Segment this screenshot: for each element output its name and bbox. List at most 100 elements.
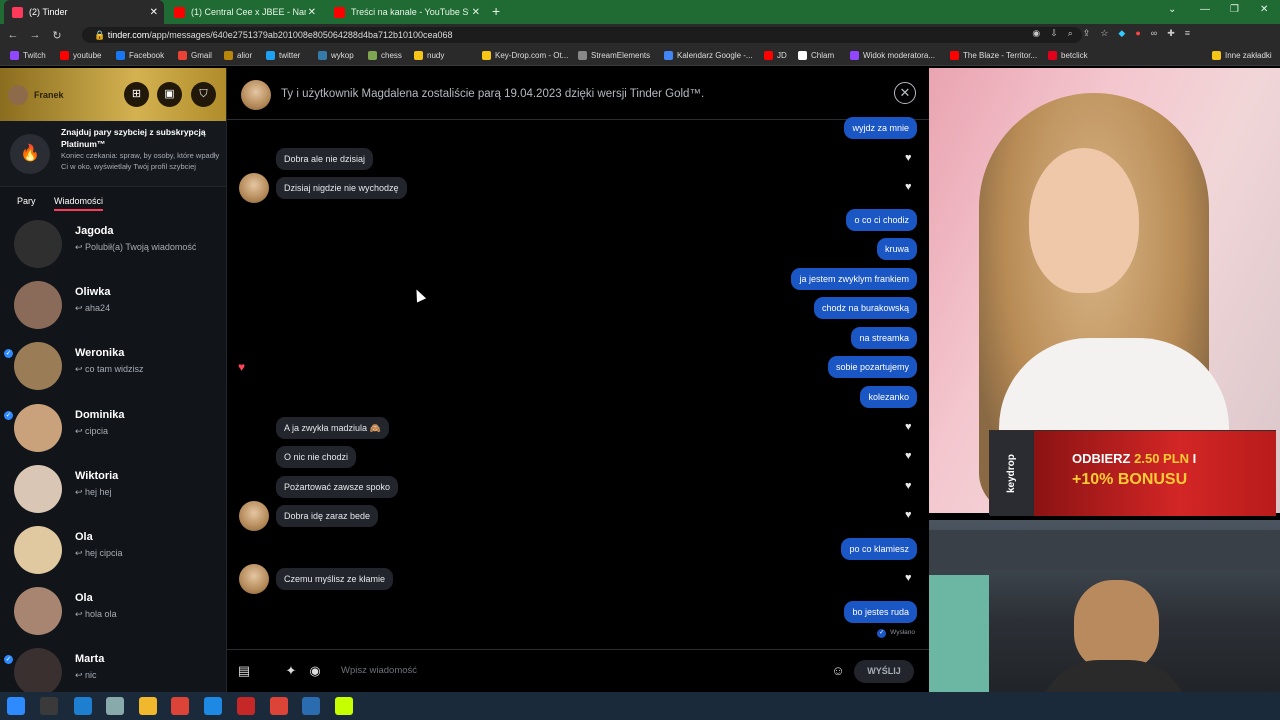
shield-icon[interactable]: ⛉ [191, 82, 216, 107]
bookmark-keydrop[interactable]: Key-Drop.com - Ot... [482, 51, 568, 60]
tab-messages[interactable]: Wiadomości [54, 196, 104, 211]
bookmark-youtube[interactable]: youtube [60, 51, 101, 60]
back-icon[interactable]: ← [4, 29, 22, 41]
app-icon[interactable] [204, 697, 222, 715]
bookmark-blaze[interactable]: The Blaze - Territor... [950, 51, 1037, 60]
outgoing-message[interactable]: ja jestem zwyklym frankiem [791, 268, 917, 290]
bookmark-jd[interactable]: JD [764, 51, 787, 60]
bookmark-alior[interactable]: alior [224, 51, 252, 60]
outgoing-message[interactable]: kruwa [876, 238, 917, 260]
location-icon[interactable]: ◉ [1032, 28, 1040, 39]
windows-start-icon[interactable] [7, 697, 25, 715]
avatar[interactable] [241, 80, 271, 110]
message-input[interactable]: Wpisz wiadomość [341, 665, 417, 676]
platinum-promo[interactable]: 🔥 Znajduj pary szybciej z subskrypcją Pl… [0, 121, 226, 186]
queue-icon[interactable]: ≡ [1185, 28, 1190, 39]
sticker-icon[interactable]: ✦ [282, 662, 300, 680]
maximize-button[interactable]: ❐ [1230, 4, 1239, 15]
bookmark-other[interactable]: Inne zakładki [1212, 51, 1272, 60]
send-button[interactable]: WYŚLIJ [854, 660, 914, 683]
bookmark-nudy[interactable]: nudy [414, 51, 444, 60]
like-heart-icon[interactable]: ♥ [905, 450, 912, 462]
app-icon[interactable] [237, 697, 255, 715]
new-tab-button[interactable]: + [492, 3, 500, 19]
like-heart-icon[interactable]: ♥ [905, 152, 912, 164]
outgoing-message[interactable]: wyjdz za mnie [844, 117, 917, 139]
like-heart-icon[interactable]: ♥ [905, 572, 912, 584]
bookmark-moderator[interactable]: Widok moderatora... [850, 51, 935, 60]
spotify-icon[interactable]: ◉ [306, 662, 324, 680]
contact-item[interactable]: Dominika ✓ ↩ cipcia [0, 398, 226, 459]
app-icon[interactable] [106, 697, 124, 715]
outgoing-message[interactable]: bo jestes ruda [844, 601, 917, 623]
explore-icon[interactable]: ⊞ [124, 82, 149, 107]
close-icon[interactable]: ✕ [150, 7, 158, 18]
like-heart-icon[interactable]: ♥ [905, 509, 912, 521]
app-icon[interactable] [40, 697, 58, 715]
bookmark-wykop[interactable]: wykop [318, 51, 354, 60]
tab-youtube-music[interactable]: (1) Central Cee x JBEE - Name Of ✕ [166, 0, 322, 24]
folder-icon[interactable] [139, 697, 157, 715]
bookmark-streamelements[interactable]: StreamElements [578, 51, 650, 60]
bookmark-gmail[interactable]: Gmail [178, 51, 212, 60]
install-icon[interactable]: ⇩ [1050, 28, 1058, 39]
like-heart-icon[interactable]: ♥ [905, 480, 912, 492]
contact-item[interactable]: Ola ↩ hej cipcia [0, 520, 226, 581]
incoming-message[interactable]: O nic nie chodzi [276, 446, 357, 468]
chrome-icon[interactable] [171, 697, 189, 715]
avatar[interactable] [239, 564, 269, 594]
bookmark-twitter[interactable]: twitter [266, 51, 300, 60]
incoming-message[interactable]: Dobra ale nie dzisiaj [276, 148, 374, 170]
minimize-button[interactable]: — [1200, 4, 1210, 15]
avatar[interactable] [239, 501, 269, 531]
url-field[interactable]: 🔒 tinder.com/app/messages/640e2751379ab2… [82, 27, 1082, 43]
share-icon[interactable]: ⇪ [1083, 28, 1091, 39]
tab-youtube-studio[interactable]: Treści na kanale - YouTube Studio ✕ [326, 0, 486, 24]
puzzle-icon[interactable]: ✚ [1167, 28, 1175, 39]
contact-item[interactable]: Wiktoria ↩ hej hej [0, 459, 226, 520]
app-icon[interactable] [335, 697, 353, 715]
close-icon[interactable]: ✕ [894, 82, 916, 104]
star-icon[interactable]: ☆ [1100, 28, 1108, 39]
record-icon[interactable]: ● [1135, 28, 1140, 39]
mask-icon[interactable]: ∞ [1151, 28, 1157, 39]
like-heart-icon[interactable]: ♥ [905, 181, 912, 193]
incoming-message[interactable]: Dzisiaj nigdzie nie wychodzę [276, 177, 407, 199]
briefcase-icon[interactable]: ▣ [157, 82, 182, 107]
incoming-message[interactable]: Czemu myślisz ze kłamie [276, 568, 394, 590]
tab-matches[interactable]: Pary [17, 196, 36, 206]
outgoing-message[interactable]: chodz na burakowską [813, 297, 917, 319]
bookmark-betclick[interactable]: betclick [1048, 51, 1088, 60]
bookmark-chess[interactable]: chess [368, 51, 402, 60]
reload-icon[interactable]: ↻ [48, 29, 66, 42]
close-window-button[interactable]: ✕ [1260, 4, 1268, 15]
forward-icon[interactable]: → [26, 29, 44, 41]
tab-tinder[interactable]: (2) Tinder ✕ [4, 0, 164, 24]
incoming-message[interactable]: Pożartować zawsze spoko [276, 476, 399, 498]
bookmark-twitch[interactable]: Twitch [10, 51, 46, 60]
like-heart-icon[interactable]: ♥ [905, 421, 912, 433]
profile-name[interactable]: Franek [34, 90, 64, 100]
zoom-icon[interactable]: ⌕ [1068, 28, 1073, 39]
contact-item[interactable]: Jagoda ↩ Polubił(a) Twoją wiadomość [0, 214, 226, 275]
avatar[interactable] [8, 85, 28, 105]
outgoing-message[interactable]: sobie pozartujemy [827, 356, 917, 378]
incoming-message[interactable]: Dobra idę zaraz bede [276, 505, 379, 527]
bookmark-calendar[interactable]: Kalendarz Google -... [664, 51, 753, 60]
chrome-icon[interactable] [270, 697, 288, 715]
outgoing-message[interactable]: o co ci chodiz [846, 209, 917, 231]
app-icon[interactable] [302, 697, 320, 715]
avatar[interactable] [239, 173, 269, 203]
outgoing-message[interactable]: kolezanko [860, 386, 917, 408]
incoming-message[interactable]: A ja zwykła madziula 🙈 [276, 417, 389, 439]
outgoing-message[interactable]: na streamka [851, 327, 917, 349]
gif-icon[interactable]: ▤ [235, 662, 253, 680]
tab-search-icon[interactable]: ⌄ [1168, 4, 1176, 15]
extension-icon[interactable]: ◆ [1118, 28, 1125, 39]
close-icon[interactable]: ✕ [472, 7, 480, 18]
app-icon[interactable] [74, 697, 92, 715]
bookmark-chlam[interactable]: Chlam [798, 51, 834, 60]
emoji-icon[interactable]: ☺ [829, 662, 847, 680]
close-icon[interactable]: ✕ [308, 7, 316, 18]
contact-item[interactable]: Ola ↩ hola ola [0, 581, 226, 642]
